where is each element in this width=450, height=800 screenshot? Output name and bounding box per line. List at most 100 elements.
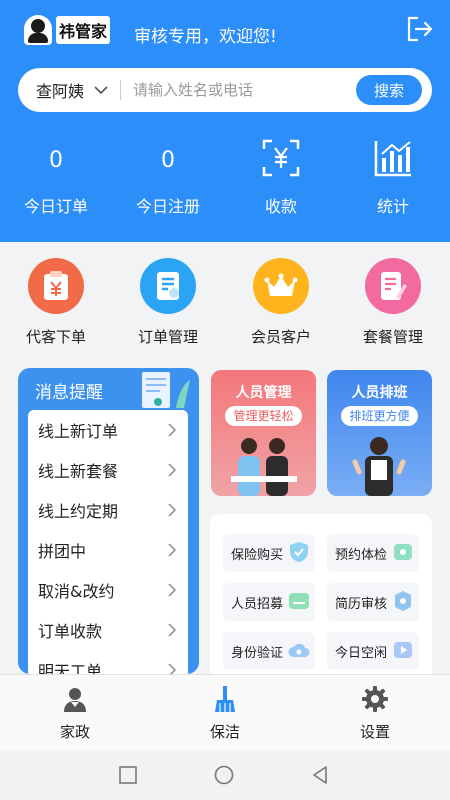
func-package-management[interactable]: 套餐管理 bbox=[337, 258, 449, 352]
message-item-group-buying[interactable]: 拼团中 bbox=[28, 530, 188, 570]
func-label: 订单管理 bbox=[137, 328, 198, 346]
search-type-select[interactable]: 查阿姨 bbox=[36, 78, 90, 102]
bar-chart-icon bbox=[374, 141, 411, 177]
message-item-new-online-package[interactable]: 线上新套餐 bbox=[28, 450, 188, 490]
welcome-text: 审核专用，欢迎您! bbox=[134, 27, 277, 47]
stat-today-registrations[interactable]: 0 今日注册 bbox=[112, 146, 224, 228]
promo-tag: 管理更轻松 bbox=[225, 406, 302, 426]
promo-tag: 排班更方便 bbox=[341, 406, 418, 426]
message-item-label: 线上新订单 bbox=[38, 422, 119, 441]
resume-icon bbox=[395, 591, 411, 611]
chevron-right-icon bbox=[168, 583, 177, 597]
chevron-right-icon bbox=[168, 463, 177, 477]
message-item-label: 订单收款 bbox=[38, 622, 103, 641]
chevron-right-icon bbox=[168, 503, 177, 517]
stat-label: 今日订单 bbox=[23, 197, 88, 216]
service-label: 预约体检 bbox=[335, 547, 388, 563]
func-order-management[interactable]: 订单管理 bbox=[112, 258, 224, 352]
broom-icon bbox=[215, 686, 235, 712]
services-panel: 保险购买 预约体检 人员招募 简历审核 身份验证 今日空闲 bbox=[210, 514, 432, 674]
stat-value: 0 bbox=[49, 148, 63, 173]
service-label: 身份验证 bbox=[231, 645, 284, 661]
stat-value: 0 bbox=[161, 148, 175, 173]
service-insurance[interactable]: 保险购买 bbox=[223, 534, 315, 572]
stat-today-orders[interactable]: 0 今日订单 bbox=[0, 146, 112, 228]
logo-avatar-icon bbox=[24, 15, 52, 45]
service-label: 简历审核 bbox=[335, 596, 388, 612]
service-recruitment[interactable]: 人员招募 bbox=[223, 583, 315, 621]
chevron-right-icon bbox=[168, 663, 177, 674]
tab-settings[interactable]: 设置 bbox=[300, 675, 450, 751]
promo-title: 人员排班 bbox=[351, 385, 408, 401]
logo-text: 祎管家 bbox=[56, 16, 110, 44]
message-item-label: 线上新套餐 bbox=[38, 462, 119, 481]
worker-figure-illustration bbox=[352, 437, 406, 496]
service-label: 保险购买 bbox=[231, 547, 284, 563]
stat-statistics[interactable]: 统计 bbox=[337, 141, 449, 228]
search-bar: 查阿姨 搜索 bbox=[18, 68, 432, 112]
stat-collect-payment[interactable]: 收款 bbox=[225, 139, 337, 228]
message-item-label: 取消&改约 bbox=[38, 582, 115, 601]
service-identity-verification[interactable]: 身份验证 bbox=[223, 632, 315, 670]
message-item-tomorrow-work-orders[interactable]: 明天工单 bbox=[28, 650, 188, 674]
app-logo: 祎管家 bbox=[24, 14, 110, 46]
bottom-tab-bar: 家政 保洁 设置 bbox=[0, 674, 450, 750]
tab-label: 家政 bbox=[59, 723, 90, 741]
message-item-new-online-order[interactable]: 线上新订单 bbox=[28, 410, 188, 450]
func-label: 代客下单 bbox=[25, 328, 86, 346]
shield-icon bbox=[290, 542, 308, 562]
message-card-title: 消息提醒 bbox=[35, 383, 103, 403]
message-item-order-payment[interactable]: 订单收款 bbox=[28, 610, 188, 650]
gear-icon bbox=[362, 686, 388, 712]
system-navigation-bar bbox=[0, 750, 450, 800]
chevron-right-icon bbox=[168, 423, 177, 437]
logout-icon[interactable] bbox=[404, 14, 434, 44]
promo-title: 人员管理 bbox=[235, 385, 292, 401]
checkup-icon bbox=[394, 544, 412, 560]
notice-board-illustration bbox=[142, 372, 190, 408]
chevron-right-icon bbox=[168, 623, 177, 637]
home-icon[interactable] bbox=[214, 765, 234, 785]
job-icon bbox=[289, 593, 309, 609]
search-divider bbox=[120, 80, 121, 100]
service-resume-review[interactable]: 简历审核 bbox=[327, 583, 419, 621]
edit-doc-icon bbox=[365, 258, 421, 314]
chevron-down-icon[interactable] bbox=[90, 79, 112, 101]
staff-figures-illustration bbox=[231, 438, 297, 496]
stat-label: 今日注册 bbox=[135, 197, 200, 216]
message-item-label: 线上约定期 bbox=[38, 502, 119, 521]
header: 祎管家 审核专用，欢迎您! 查阿姨 搜索 0 今日订单 0 今日注册 收款 bbox=[0, 0, 450, 242]
crown-icon bbox=[253, 258, 309, 314]
message-list: 线上新订单 线上新套餐 线上约定期 拼团中 取消&改约 订单收款 明天工单 bbox=[28, 410, 188, 674]
tab-housekeeping[interactable]: 家政 bbox=[0, 675, 150, 751]
func-proxy-order[interactable]: 代客下单 bbox=[0, 258, 112, 352]
tab-label: 保洁 bbox=[209, 723, 240, 741]
chevron-right-icon bbox=[168, 543, 177, 557]
search-button[interactable]: 搜索 bbox=[356, 75, 422, 105]
order-doc-icon bbox=[140, 258, 196, 314]
message-item-label: 拼团中 bbox=[38, 542, 87, 561]
service-today-available[interactable]: 今日空闲 bbox=[327, 632, 419, 670]
recent-apps-icon[interactable] bbox=[118, 765, 138, 785]
func-label: 套餐管理 bbox=[362, 328, 423, 346]
search-input[interactable] bbox=[133, 81, 356, 99]
promo-staff-management[interactable]: 人员管理 管理更轻松 bbox=[211, 370, 316, 496]
message-item-online-scheduled[interactable]: 线上约定期 bbox=[28, 490, 188, 530]
tab-cleaning[interactable]: 保洁 bbox=[150, 675, 300, 751]
person-icon bbox=[64, 688, 86, 712]
message-reminder-card: 消息提醒 线上新订单 线上新套餐 线上约定期 拼团中 取消&改约 订单收款 明天… bbox=[18, 368, 199, 674]
func-member-customers[interactable]: 会员客户 bbox=[225, 258, 337, 352]
back-icon[interactable] bbox=[310, 765, 330, 785]
scan-yuan-icon bbox=[262, 139, 300, 177]
message-item-label: 明天工单 bbox=[38, 662, 103, 674]
promo-staff-scheduling[interactable]: 人员排班 排班更方便 bbox=[327, 370, 432, 496]
func-label: 会员客户 bbox=[250, 328, 311, 346]
service-health-check[interactable]: 预约体检 bbox=[327, 534, 419, 572]
service-label: 人员招募 bbox=[231, 596, 284, 612]
stat-label: 收款 bbox=[264, 197, 297, 216]
clipboard-yuan-icon bbox=[28, 258, 84, 314]
message-item-cancel-reschedule[interactable]: 取消&改约 bbox=[28, 570, 188, 610]
service-label: 今日空闲 bbox=[335, 645, 388, 661]
stat-label: 统计 bbox=[376, 197, 409, 216]
play-icon bbox=[394, 642, 412, 658]
